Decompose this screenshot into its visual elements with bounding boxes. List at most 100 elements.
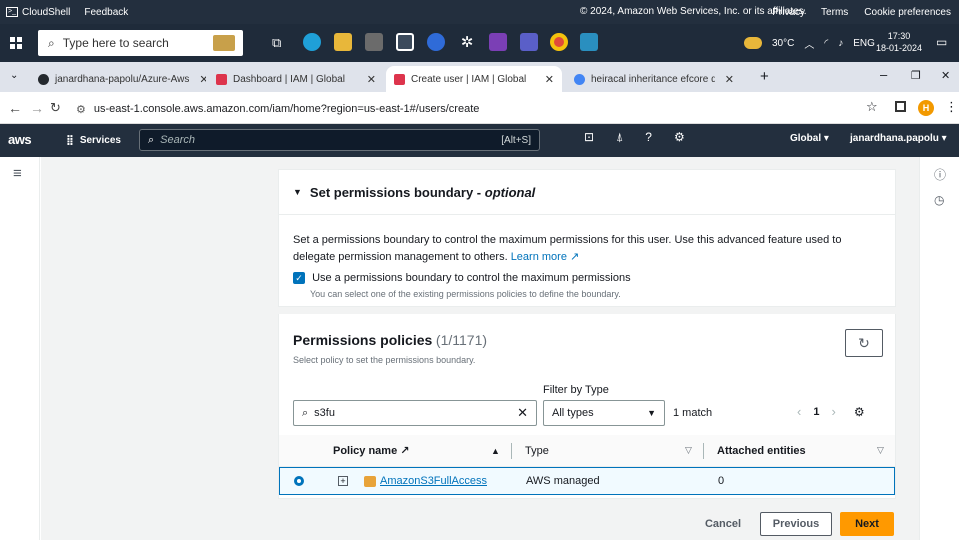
network-icon[interactable]: ◜ bbox=[824, 38, 828, 49]
file-explorer-app-icon[interactable] bbox=[334, 33, 352, 51]
tab-google-search[interactable]: heiracal inheritance efcore don ✕ bbox=[566, 66, 742, 92]
search-placeholder: Search bbox=[160, 134, 196, 146]
account-menu[interactable]: janardhana.papolu ▾ bbox=[850, 133, 947, 144]
cloudshell-icon: >_ bbox=[6, 6, 18, 17]
edge-app-icon[interactable] bbox=[303, 33, 321, 51]
cloudshell-icon[interactable]: ⊡ bbox=[584, 130, 594, 145]
next-button[interactable]: Next bbox=[840, 512, 894, 536]
onenote-app-icon[interactable] bbox=[489, 33, 507, 51]
global-search-input[interactable]: ⌕ Search [Alt+S] bbox=[139, 129, 540, 151]
weather-temp[interactable]: 30°C bbox=[772, 38, 794, 49]
col-attached-entities[interactable]: Attached entities bbox=[717, 445, 806, 457]
task-view-icon[interactable]: ⧉ bbox=[272, 35, 281, 51]
aws-console-footer: >_ CloudShell Feedback © 2024, Amazon Web… bbox=[0, 0, 959, 24]
app-icon-blue[interactable] bbox=[427, 33, 445, 51]
notifications-bell-icon[interactable]: ⍋ bbox=[616, 130, 623, 145]
grid-icon: ⣿ bbox=[66, 134, 74, 146]
tray-chevron-icon[interactable]: ︿ bbox=[804, 36, 814, 51]
sort-icon[interactable]: ▽ bbox=[685, 445, 692, 456]
learn-more-link[interactable]: Learn more ↗ bbox=[511, 251, 580, 263]
cloudshell-link[interactable]: >_ CloudShell bbox=[6, 7, 70, 18]
volume-icon[interactable]: ♪ bbox=[838, 38, 843, 49]
close-tab-icon[interactable]: ✕ bbox=[715, 73, 734, 86]
privacy-link[interactable]: Privacy bbox=[772, 7, 805, 18]
terms-link[interactable]: Terms bbox=[821, 7, 848, 18]
tab-create-user[interactable]: Create user | IAM | Global ✕ bbox=[386, 66, 562, 92]
close-window-icon[interactable]: ✕ bbox=[941, 69, 950, 82]
new-tab-icon[interactable]: + bbox=[760, 68, 769, 85]
checkbox-label: Use a permissions boundary to control th… bbox=[312, 272, 631, 284]
restore-window-icon[interactable]: ❐ bbox=[911, 69, 921, 82]
mail-app-icon[interactable] bbox=[396, 33, 414, 51]
search-icon: ⌕ bbox=[148, 133, 155, 146]
notification-icon[interactable]: ▭ bbox=[936, 35, 947, 49]
table-row[interactable]: + AmazonS3FullAccess AWS managed 0 bbox=[279, 467, 895, 495]
hamburger-menu-icon[interactable]: ≡ bbox=[13, 165, 22, 182]
refresh-button[interactable]: ↻ bbox=[845, 329, 883, 357]
profile-avatar[interactable]: H bbox=[918, 100, 934, 116]
back-icon[interactable]: ← bbox=[8, 100, 22, 116]
policy-search-input[interactable]: ⌕ s3fu ✕ bbox=[293, 400, 537, 426]
sort-asc-icon[interactable]: ▲ bbox=[491, 446, 500, 456]
store-app-icon[interactable] bbox=[365, 33, 383, 51]
browser-menu-icon[interactable]: ⋮ bbox=[945, 99, 958, 115]
close-tab-icon[interactable]: ✕ bbox=[357, 73, 376, 86]
help-icon[interactable]: ? bbox=[645, 130, 652, 145]
chrome-app-icon[interactable] bbox=[550, 33, 568, 51]
main-content: ▼ Set permissions boundary - optional Se… bbox=[41, 157, 919, 540]
pagination: ‹ 1 › ⚙ bbox=[797, 404, 865, 419]
clock-history-icon[interactable]: ◷ bbox=[934, 193, 944, 207]
forward-icon[interactable]: → bbox=[30, 100, 44, 116]
type-filter-select[interactable]: All types ▼ bbox=[543, 400, 665, 426]
col-type[interactable]: Type bbox=[525, 445, 549, 457]
boundary-checkbox-row[interactable]: ✓ Use a permissions boundary to control … bbox=[293, 272, 631, 285]
clear-search-icon[interactable]: ✕ bbox=[517, 405, 528, 421]
region-selector[interactable]: Global ▾ bbox=[790, 133, 829, 144]
close-tab-icon[interactable]: ✕ bbox=[189, 73, 206, 86]
current-page[interactable]: 1 bbox=[813, 406, 819, 418]
taskbar-clock[interactable]: 17:30 18-01-2024 bbox=[876, 30, 922, 54]
services-label: Services bbox=[79, 134, 121, 146]
side-panel-icon[interactable] bbox=[895, 101, 906, 112]
feedback-link[interactable]: Feedback bbox=[84, 7, 128, 18]
cookie-preferences-link[interactable]: Cookie preferences bbox=[864, 7, 951, 18]
tab-iam-dashboard[interactable]: Dashboard | IAM | Global ✕ bbox=[208, 66, 384, 92]
table-preferences-gear-icon[interactable]: ⚙ bbox=[854, 405, 865, 419]
boundary-checkbox[interactable]: ✓ bbox=[293, 272, 305, 285]
settings-gear-icon[interactable]: ⚙ bbox=[674, 130, 685, 145]
site-info-icon[interactable]: ⚙ bbox=[76, 103, 86, 116]
windows-taskbar: ⌕ Type here to search ⧉ ✲ 30°C ︿ ◜ ♪ ENG… bbox=[0, 24, 959, 62]
previous-button[interactable]: Previous bbox=[760, 512, 832, 536]
policy-type: AWS managed bbox=[526, 475, 600, 487]
sort-icon[interactable]: ▽ bbox=[877, 445, 884, 456]
settings-app-icon[interactable]: ✲ bbox=[458, 33, 476, 51]
close-tab-icon[interactable]: ✕ bbox=[535, 73, 554, 86]
reload-icon[interactable]: ↻ bbox=[50, 100, 61, 116]
expand-row-icon[interactable]: + bbox=[338, 476, 348, 486]
prev-page-icon[interactable]: ‹ bbox=[797, 404, 801, 419]
clock-time: 17:30 bbox=[887, 31, 911, 41]
teams-app-icon[interactable] bbox=[520, 33, 538, 51]
cancel-button[interactable]: Cancel bbox=[701, 512, 745, 536]
minimize-window-icon[interactable]: – bbox=[880, 67, 887, 82]
app-icon-teal[interactable] bbox=[580, 33, 598, 51]
tab-label: Dashboard | IAM | Global bbox=[233, 73, 345, 85]
info-icon[interactable]: ⓘ bbox=[934, 166, 946, 183]
policy-name-link[interactable]: AmazonS3FullAccess bbox=[380, 475, 487, 487]
next-page-icon[interactable]: › bbox=[831, 404, 835, 419]
bookmark-star-icon[interactable]: ☆ bbox=[866, 99, 878, 115]
windows-start-icon[interactable] bbox=[10, 37, 22, 49]
language-indicator[interactable]: ENG bbox=[853, 38, 875, 49]
services-menu-button[interactable]: ⣿ Services bbox=[66, 130, 121, 150]
taskbar-search[interactable]: ⌕ Type here to search bbox=[38, 30, 243, 56]
row-radio-selected[interactable] bbox=[294, 476, 304, 486]
url-field[interactable]: ⚙ us-east-1.console.aws.amazon.com/iam/h… bbox=[76, 98, 876, 120]
taskbar-search-placeholder: Type here to search bbox=[62, 36, 169, 50]
tab-list-chevron-icon[interactable]: ⌄ bbox=[10, 70, 18, 81]
collapse-caret-icon: ▼ bbox=[293, 187, 302, 197]
col-policy-name[interactable]: Policy name ↗ bbox=[333, 444, 409, 457]
tab-github[interactable]: janardhana-papolu/Azure-Aws ✕ bbox=[30, 66, 206, 92]
right-utility-rail: ⓘ ◷ bbox=[919, 157, 959, 540]
boundary-header[interactable]: ▼ Set permissions boundary - optional bbox=[279, 170, 895, 215]
aws-logo[interactable]: aws bbox=[8, 132, 32, 147]
